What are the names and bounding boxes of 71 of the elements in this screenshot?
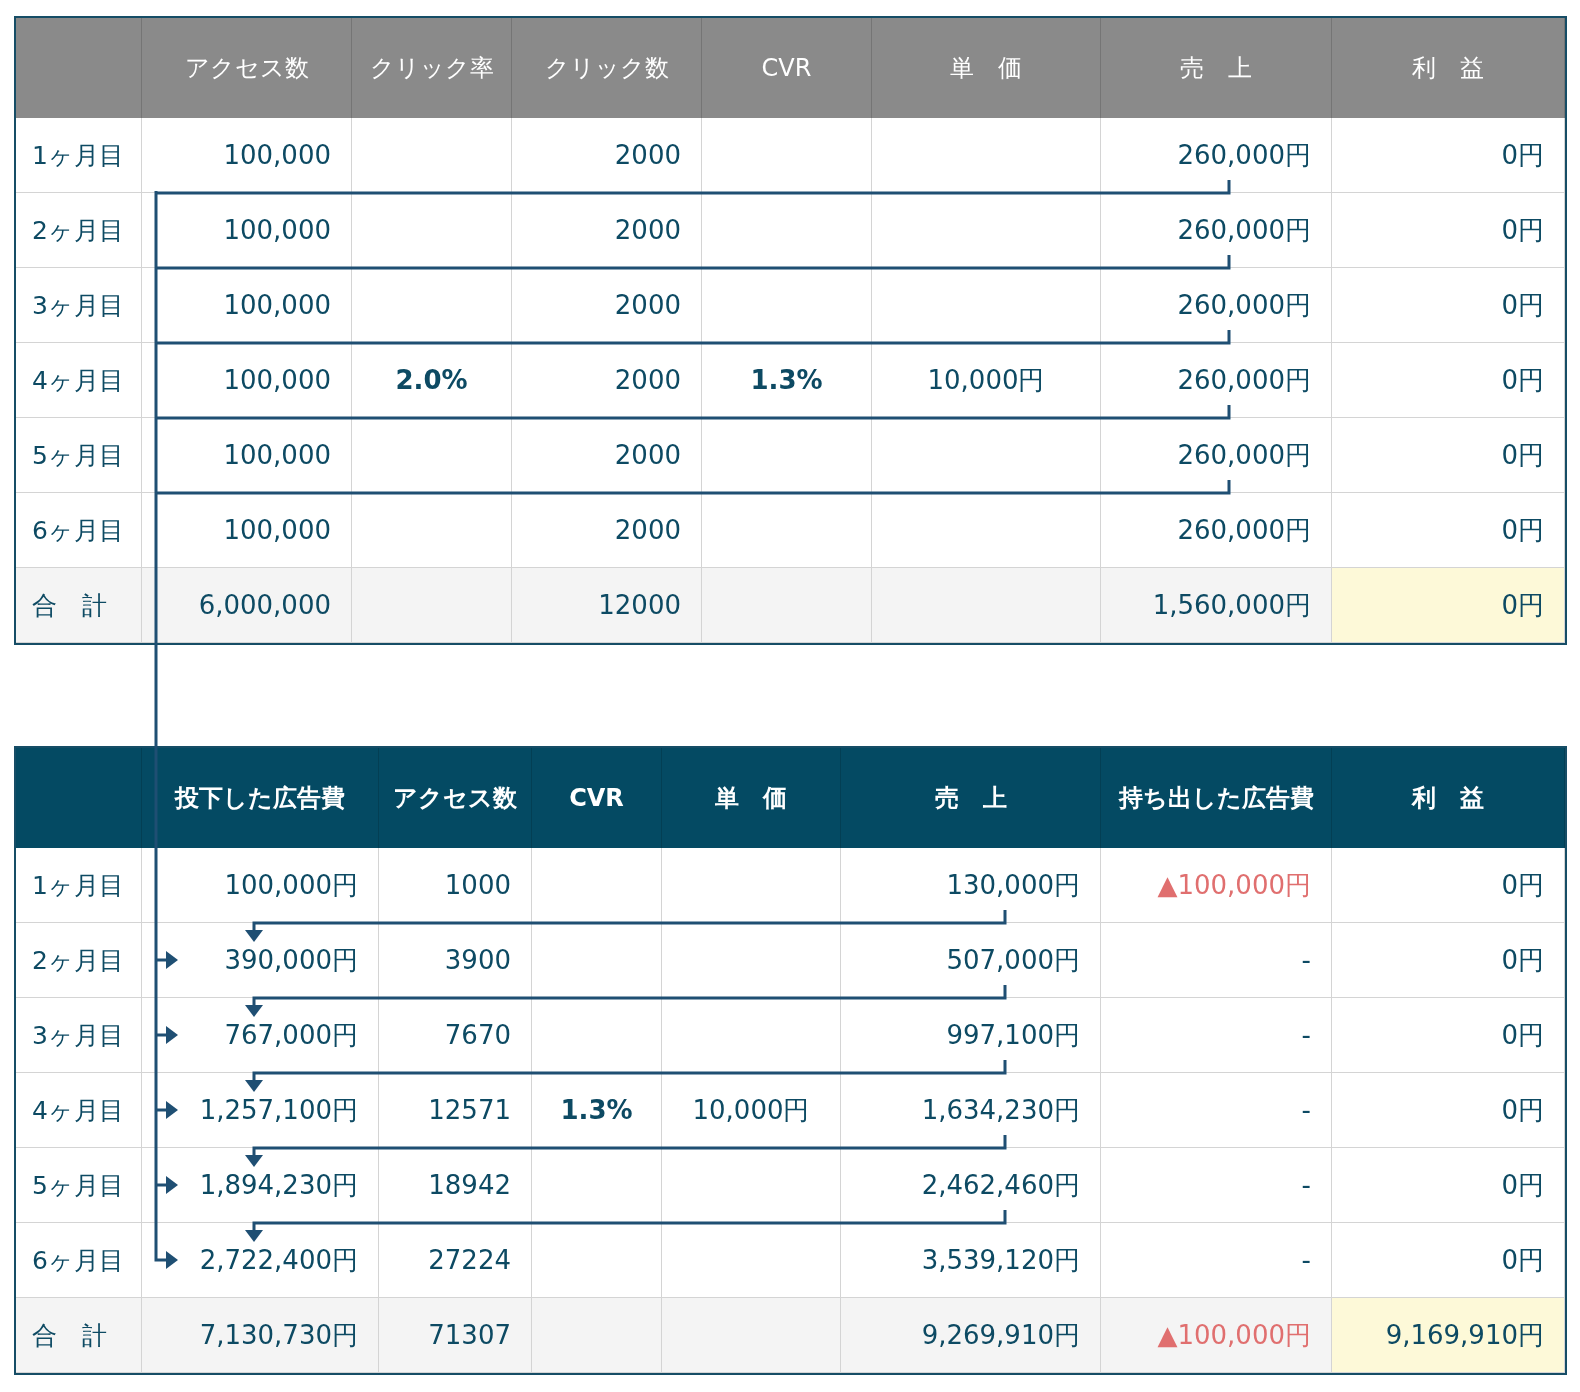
table-cell: 0円 [1332, 493, 1565, 568]
column-header: 売 上 [841, 748, 1101, 848]
row-label: 3ヶ月目 [16, 268, 142, 343]
table-cell: 100,000円 [142, 848, 379, 923]
row-label: 4ヶ月目 [16, 343, 142, 418]
table-cell: 3,539,120円 [841, 1223, 1101, 1298]
table-cell: - [1101, 998, 1332, 1073]
table-cell: 0円 [1332, 118, 1565, 193]
row-label: 5ヶ月目 [16, 418, 142, 493]
column-header: 利 益 [1332, 748, 1565, 848]
column-header: CVR [702, 18, 872, 118]
row-label: 6ヶ月目 [16, 493, 142, 568]
table-cell: 71307 [379, 1298, 532, 1373]
table-cell: 2,722,400円 [142, 1223, 379, 1298]
table-cell: 100,000 [142, 193, 352, 268]
column-header: 利 益 [1332, 18, 1565, 118]
table-cell: 767,000円 [142, 998, 379, 1073]
table-cell: 27224 [379, 1223, 532, 1298]
table-cell: 100,000 [142, 493, 352, 568]
column-header: クリック数 [512, 18, 702, 118]
table-cell: 0円 [1332, 193, 1565, 268]
column-header: 持ち出した広告費 [1101, 748, 1332, 848]
column-header: アクセス数 [142, 18, 352, 118]
table-cell: 0円 [1332, 418, 1565, 493]
table-cell: 0円 [1332, 998, 1565, 1073]
row-label: 3ヶ月目 [16, 998, 142, 1073]
table-cell: 0円 [1332, 848, 1565, 923]
table-cell: - [1101, 1223, 1332, 1298]
row-label: 合 計 [16, 1298, 142, 1373]
column-header: アクセス数 [379, 748, 532, 848]
table-cell: 2000 [512, 493, 702, 568]
row-label: 2ヶ月目 [16, 923, 142, 998]
table-cell: 1,894,230円 [142, 1148, 379, 1223]
table-cell: 260,000円 [1101, 493, 1332, 568]
table-cell: 7,130,730円 [142, 1298, 379, 1373]
row-label: 1ヶ月目 [16, 848, 142, 923]
row-label: 合 計 [16, 568, 142, 643]
table-cell: - [1101, 923, 1332, 998]
column-header: 売 上 [1101, 18, 1332, 118]
table-cell: 6,000,000 [142, 568, 352, 643]
column-header: クリック率 [352, 18, 512, 118]
row-label: 2ヶ月目 [16, 193, 142, 268]
table-cell: 12000 [512, 568, 702, 643]
table-cell: 100,000 [142, 418, 352, 493]
column-header: 単 価 [872, 18, 1101, 118]
table-cell: 390,000円 [142, 923, 379, 998]
table-cell: - [1101, 1073, 1332, 1148]
column-header: 投下した広告費 [142, 748, 379, 848]
column-header: CVR [532, 748, 662, 848]
table-cell: 0円 [1332, 1223, 1565, 1298]
table-cell: 0円 [1332, 1073, 1565, 1148]
row-label: 4ヶ月目 [16, 1073, 142, 1148]
table-cell: 100,000 [142, 118, 352, 193]
table-cell: 100,000 [142, 343, 352, 418]
column-header: 単 価 [662, 748, 841, 848]
table-cell: ▲100,000円 [1101, 1298, 1332, 1373]
table-cell: 0円 [1332, 268, 1565, 343]
table-cell: 0円 [1332, 1148, 1565, 1223]
table-cell: 1,560,000円 [1101, 568, 1332, 643]
table-cell: 100,000 [142, 268, 352, 343]
table-cell: 0円 [1332, 343, 1565, 418]
table-cell: 0円 [1332, 923, 1565, 998]
row-label: 6ヶ月目 [16, 1223, 142, 1298]
table-cell: 9,169,910円 [1332, 1298, 1565, 1373]
row-label: 1ヶ月目 [16, 118, 142, 193]
table-cell: ▲100,000円 [1101, 848, 1332, 923]
row-label: 5ヶ月目 [16, 1148, 142, 1223]
table-cell: 1,257,100円 [142, 1073, 379, 1148]
table-cell: 9,269,910円 [841, 1298, 1101, 1373]
table-cell: 0円 [1332, 568, 1565, 643]
table-cell: - [1101, 1148, 1332, 1223]
